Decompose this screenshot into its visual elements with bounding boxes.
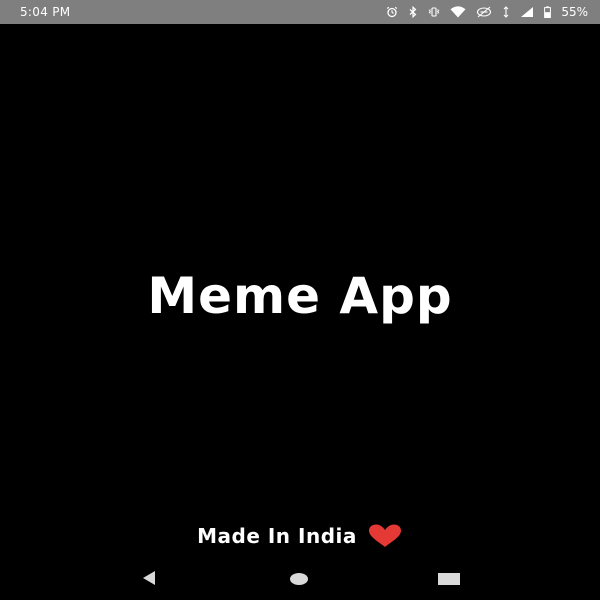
wifi-icon <box>450 6 466 18</box>
footer: Made In India <box>0 524 600 548</box>
back-icon <box>141 570 157 590</box>
home-icon <box>289 571 309 590</box>
signal-icon <box>520 6 534 18</box>
back-button[interactable] <box>136 570 162 590</box>
footer-text: Made In India <box>197 524 357 548</box>
data-saver-icon <box>476 6 492 18</box>
navigation-bar <box>0 564 600 596</box>
home-button[interactable] <box>286 570 312 590</box>
battery-percent: 55% <box>561 5 588 19</box>
battery-icon <box>544 6 552 18</box>
recents-button[interactable] <box>436 570 462 590</box>
splash-screen: 5:04 PM 55% Meme App Made In India <box>0 0 600 600</box>
bluetooth-icon <box>408 6 418 18</box>
status-time: 5:04 PM <box>20 5 71 19</box>
sync-icon <box>502 6 510 18</box>
alarm-icon <box>386 6 398 18</box>
app-title: Meme App <box>147 267 453 325</box>
status-icons: 55% <box>386 5 588 19</box>
recents-icon <box>437 571 461 590</box>
heart-icon <box>367 524 403 548</box>
vibrate-icon <box>428 6 440 18</box>
status-bar: 5:04 PM 55% <box>0 0 600 24</box>
